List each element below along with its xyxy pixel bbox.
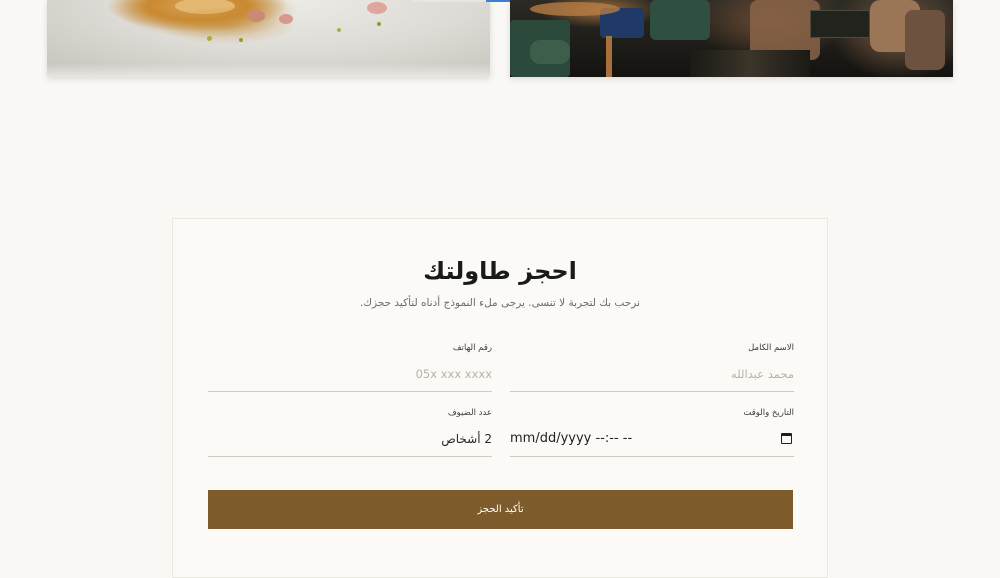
datetime-input[interactable]: mm/dd/yyyy --:-- -- [510, 424, 794, 457]
phone-placeholder: 05x xxx xxxx [415, 367, 492, 381]
reservation-title: احجز طاولتك [423, 257, 577, 285]
phone-field: رقم الهاتف 05x xxx xxxx [208, 343, 492, 395]
guests-value: 2 أشخاص [441, 432, 492, 446]
dessert-plate-photo [47, 0, 490, 77]
guests-label: عدد الضيوف [447, 408, 492, 418]
confirm-booking-button[interactable]: تأكيد الحجز [208, 490, 793, 529]
datetime-field: التاريخ والوقت mm/dd/yyyy --:-- -- [510, 408, 794, 460]
datetime-value: mm/dd/yyyy --:-- -- [510, 431, 633, 446]
scroll-indicator [412, 0, 510, 2]
calendar-icon[interactable] [781, 433, 792, 444]
guests-select[interactable]: 2 أشخاص [208, 424, 492, 457]
datetime-label: التاريخ والوقت [743, 408, 794, 418]
full-name-input[interactable]: محمد عبدالله [510, 359, 794, 392]
guests-field: عدد الضيوف 2 أشخاص [208, 408, 492, 460]
full-name-placeholder: محمد عبدالله [731, 367, 794, 381]
reservation-subtitle: نرحب بك لتجربة لا تنسى. يرجى ملء النموذج… [360, 297, 640, 309]
full-name-field: الاسم الكامل محمد عبدالله [510, 343, 794, 395]
restaurant-interior-photo [510, 0, 953, 77]
full-name-label: الاسم الكامل [748, 343, 794, 353]
phone-input[interactable]: 05x xxx xxxx [208, 359, 492, 392]
reservation-card: احجز طاولتك نرحب بك لتجربة لا تنسى. يرجى… [172, 218, 828, 578]
phone-label: رقم الهاتف [452, 343, 492, 353]
